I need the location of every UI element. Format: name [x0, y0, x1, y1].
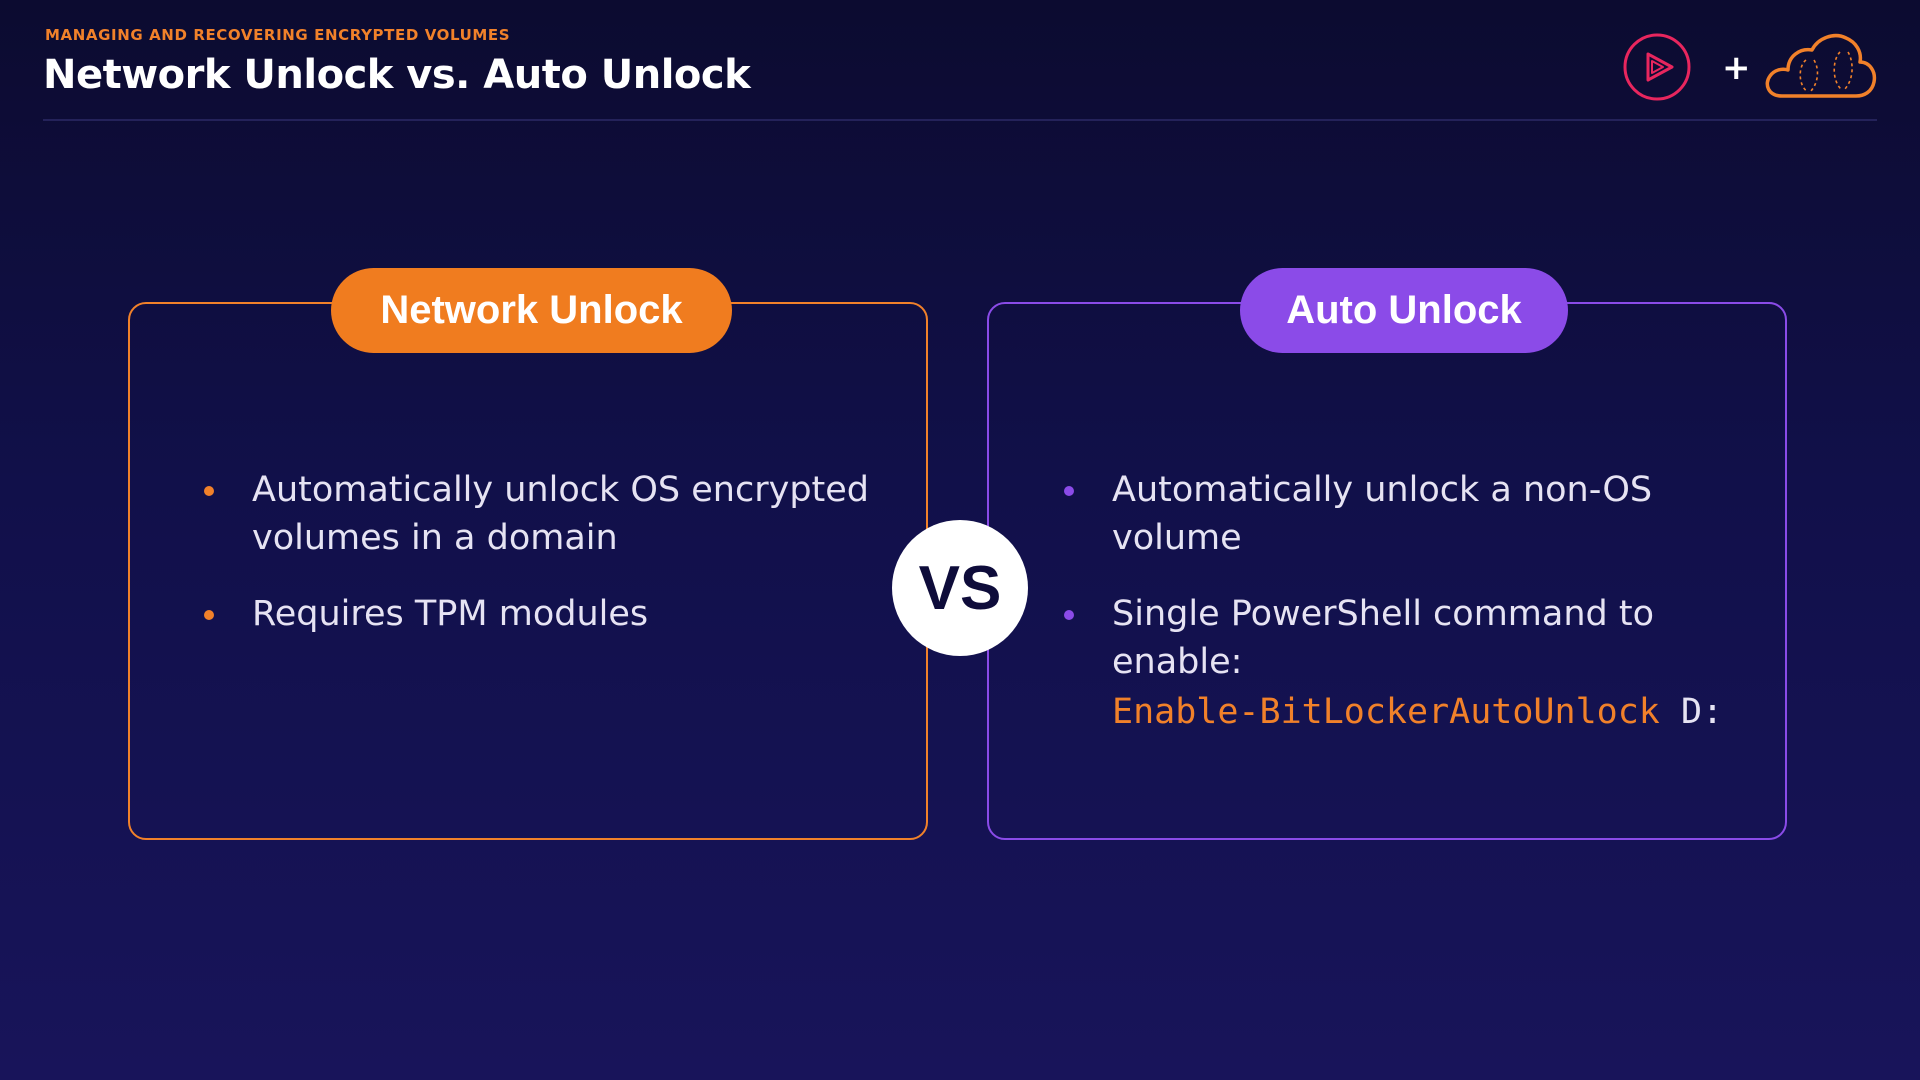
auto-unlock-bullets: Automatically unlock a non-OS volume Sin… [1058, 466, 1778, 766]
bullet-dot [1064, 486, 1074, 496]
code-argument: D: [1680, 692, 1724, 732]
code-command: Enable-BitLockerAutoUnlock [1112, 692, 1660, 732]
plus-sign: + [1722, 48, 1751, 88]
list-item: Automatically unlock a non-OS volume [1058, 466, 1778, 562]
vs-badge: VS [892, 520, 1028, 656]
cloud-icon [1765, 33, 1877, 98]
slide-title: Network Unlock vs. Auto Unlock [43, 52, 751, 98]
header-divider [43, 119, 1877, 121]
list-item: Automatically unlock OS encrypted volume… [198, 466, 878, 562]
list-item: Requires TPM modules [198, 590, 878, 638]
bullet-dot [1064, 610, 1074, 620]
bullet-dot [204, 610, 214, 620]
list-item: Single PowerShell command to enable: Ena… [1058, 590, 1778, 738]
section-eyebrow: MANAGING AND RECOVERING ENCRYPTED VOLUME… [45, 26, 511, 44]
bullet-dot [204, 486, 214, 496]
bullet-text: Automatically unlock a non-OS volume [1112, 470, 1653, 558]
bullet-text: Single PowerShell command to enable: [1112, 594, 1655, 682]
slide-header: MANAGING AND RECOVERING ENCRYPTED VOLUME… [43, 26, 1877, 122]
auto-unlock-heading: Auto Unlock [1240, 268, 1568, 353]
play-circle-icon [1623, 33, 1691, 101]
network-unlock-bullets: Automatically unlock OS encrypted volume… [198, 466, 878, 666]
network-unlock-heading: Network Unlock [331, 268, 732, 353]
brand-logos: + [1622, 30, 1877, 102]
bullet-text: Automatically unlock OS encrypted volume… [252, 470, 870, 558]
powershell-command: Enable-BitLockerAutoUnlock D: [1112, 686, 1778, 738]
bullet-text: Requires TPM modules [252, 594, 649, 634]
